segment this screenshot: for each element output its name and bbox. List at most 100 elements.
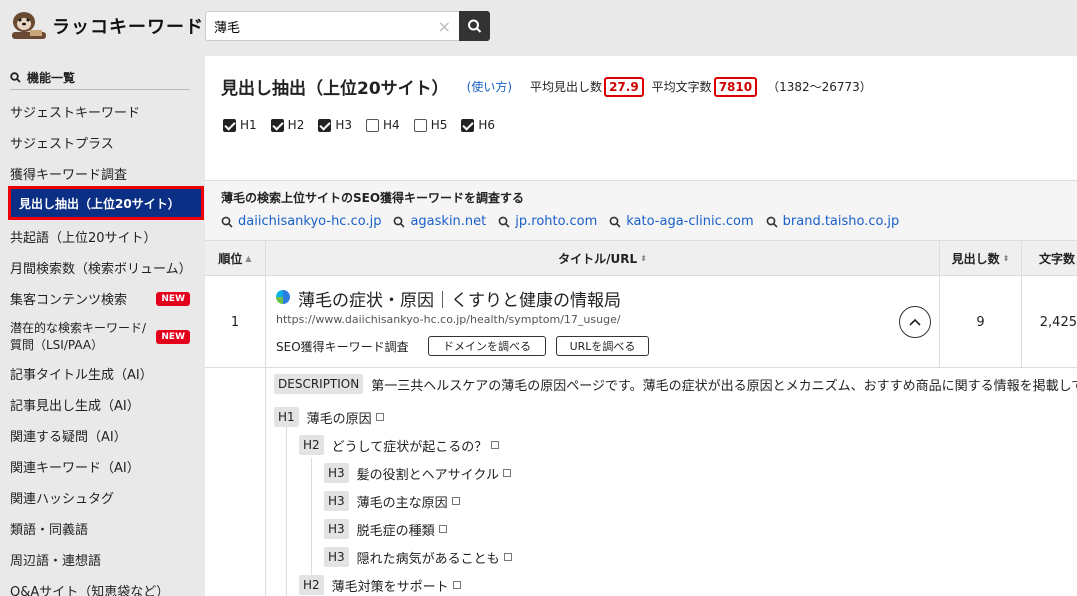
checkbox-unchecked[interactable] [413,118,427,132]
char-count-cell: 2,425 [1039,314,1077,330]
table-row: 1 薄毛の症状・原因｜くすりと健康の情報局 https://www.daiich… [205,276,1077,368]
sidebar-item-title-gen[interactable]: 記事タイトル生成（AI） [10,364,195,383]
app-name: ラッコキーワード [52,17,204,38]
external-link-icon[interactable] [451,497,460,505]
app-logo[interactable]: ラッコキーワード [8,8,204,44]
chevron-up-icon [909,318,921,326]
avg-chars-label: 平均文字数 [651,80,712,94]
search-input[interactable] [206,12,426,40]
sidebar-item-related-questions[interactable]: 関連する疑問（AI） [10,426,195,445]
sidebar-item-synonyms[interactable]: 類語・同義語 [10,519,195,538]
checkbox-checked[interactable] [270,118,284,132]
search-field[interactable]: × [205,11,459,41]
seo-site-link[interactable]: daiichisankyo-hc.co.jp [221,214,381,229]
avg-chars-value: 7810 [713,76,758,97]
collapse-button[interactable] [899,306,931,338]
search-icon [221,216,233,228]
result-url[interactable]: https://www.daiichisankyo-hc.co.jp/healt… [276,313,621,326]
heading-level-filters: H1 H2 H3 H4 H5 H6 [223,118,509,132]
seo-keyword-label: SEO獲得キーワード調査 [276,340,409,354]
sidebar-item-monthly-volume[interactable]: 月間検索数（検索ボリューム） [10,258,195,277]
seo-keyword-section: 薄毛の検索上位サイトのSEO獲得キーワードを調査する daiichisankyo… [205,180,1077,240]
sidebar-item-heading-gen[interactable]: 記事見出し生成（AI） [10,395,195,414]
search-icon [394,216,406,228]
main-panel: 見出し抽出（上位20サイト） (使い方) 平均見出し数 27.9 平均文字数 7… [205,56,1077,596]
clear-search-icon[interactable]: × [438,17,451,36]
search-icon [498,216,510,228]
heading-item-h3[interactable]: H3 髪の役割とヘアサイクル [324,463,512,483]
column-title-url[interactable]: タイトル/URL ⬍ [266,241,940,276]
site-favicon-icon [276,290,290,304]
result-title-link[interactable]: 薄毛の症状・原因｜くすりと健康の情報局 [298,286,621,311]
sidebar-item-lsi-paa[interactable]: 潜在的な検索キーワード/質問（LSI/PAA） NEW [10,320,195,354]
avg-headings-label: 平均見出し数 [530,80,603,94]
seo-site-link[interactable]: kato-aga-clinic.com [609,214,754,229]
seo-site-link[interactable]: brand.taisho.co.jp [766,214,899,229]
seo-site-links: daiichisankyo-hc.co.jp agaskin.net jp.ro… [221,214,911,229]
filter-h5[interactable]: H5 [413,118,447,132]
filter-h6[interactable]: H6 [461,118,495,132]
title-row: 見出し抽出（上位20サイト） (使い方) 平均見出し数 27.9 平均文字数 7… [221,74,872,99]
check-domain-button[interactable]: ドメインを調べる [428,336,546,356]
sidebar: 機能一覧 サジェストキーワード サジェストプラス 獲得キーワード調査 見出し抽出… [0,56,205,596]
seo-site-link[interactable]: jp.rohto.com [498,214,597,229]
sidebar-item-qa-sites[interactable]: Q&Aサイト（知恵袋など） [10,581,195,596]
table-header: 順位 ▲ タイトル/URL ⬍ 見出し数 ⬍ 文字数 [205,240,1077,276]
sidebar-item-acquired-keywords[interactable]: 獲得キーワード調査 [10,164,195,183]
sidebar-item-content-search[interactable]: 集客コンテンツ検索 NEW [10,289,195,308]
avg-headings-value: 27.9 [604,76,644,97]
sidebar-item-cooccurrence[interactable]: 共起語（上位20サイト） [10,227,195,246]
heading-item-h3[interactable]: H3 薄毛の主な原因 [324,491,460,511]
sidebar-item-suggest[interactable]: サジェストキーワード [10,102,195,121]
external-link-icon[interactable] [375,413,384,421]
search-icon [609,216,621,228]
seo-site-link[interactable]: agaskin.net [393,214,486,229]
column-char-count[interactable]: 文字数 [1022,241,1077,276]
sidebar-item-hashtags[interactable]: 関連ハッシュタグ [10,488,195,507]
external-link-icon[interactable] [503,553,512,561]
checkbox-checked[interactable] [461,118,475,132]
filter-h2[interactable]: H2 [270,118,304,132]
heading-item-h1[interactable]: H1 薄毛の原因 [274,407,384,427]
heading-item-h2[interactable]: H2 どうして症状が起こるの？ [299,435,500,455]
external-link-icon[interactable] [491,441,500,449]
column-heading-count[interactable]: 見出し数 ⬍ [940,241,1022,276]
description-row: DESCRIPTION 第一三共ヘルスケアの薄毛の原因ページです。薄毛の症状が出… [274,374,1077,394]
seo-section-title: 薄毛の検索上位サイトのSEO獲得キーワードを調査する [221,191,525,205]
external-link-icon[interactable] [503,469,512,477]
heading-count-cell: 9 [940,276,1022,368]
page-title: 見出し抽出（上位20サイト） [221,79,449,99]
sidebar-item-related-keywords[interactable]: 関連キーワード（AI） [10,457,195,476]
heading-item-h3[interactable]: H3 隠れた病気があることも [324,547,512,567]
checkbox-checked[interactable] [223,118,236,132]
howto-link[interactable]: (使い方) [467,78,512,95]
sidebar-item-heading-extract[interactable]: 見出し抽出（上位20サイト） [8,186,204,220]
column-rank[interactable]: 順位 ▲ [205,241,266,276]
filter-h1[interactable]: H1 [223,118,257,132]
new-badge: NEW [156,291,190,306]
sort-icon: ⬍ [1002,254,1010,263]
heading-tree: DESCRIPTION 第一三共ヘルスケアの薄毛の原因ページです。薄毛の症状が出… [205,368,1077,596]
sort-icon: ⬍ [640,254,647,263]
check-url-button[interactable]: URLを調べる [556,336,649,356]
checkbox-unchecked[interactable] [366,118,380,132]
checkbox-checked[interactable] [318,118,332,132]
title-cell: 薄毛の症状・原因｜くすりと健康の情報局 https://www.daiichis… [266,276,940,368]
filter-h3[interactable]: H3 [318,118,352,132]
rank-cell: 1 [205,276,266,368]
search-icon [10,72,21,83]
external-link-icon[interactable] [438,525,447,533]
sidebar-item-suggest-plus[interactable]: サジェストプラス [10,133,195,152]
search-icon [468,19,482,33]
external-link-icon[interactable] [452,581,461,589]
sidebar-item-associations[interactable]: 周辺語・連想語 [10,550,195,569]
heading-item-h3[interactable]: H3 脱毛症の種類 [324,519,447,539]
search-icon [766,216,778,228]
top-bar: ラッコキーワード × [0,0,1077,56]
filter-h4[interactable]: H4 [366,118,400,132]
search-button[interactable] [459,11,490,41]
sort-asc-icon: ▲ [245,254,252,263]
heading-item-h2[interactable]: H2 薄毛対策をサポート [299,575,461,595]
description-text: 第一三共ヘルスケアの薄毛の原因ページです。薄毛の症状が出る原因とメカニズム、おす… [371,378,1077,394]
chars-range: （1382〜26773） [767,80,872,94]
